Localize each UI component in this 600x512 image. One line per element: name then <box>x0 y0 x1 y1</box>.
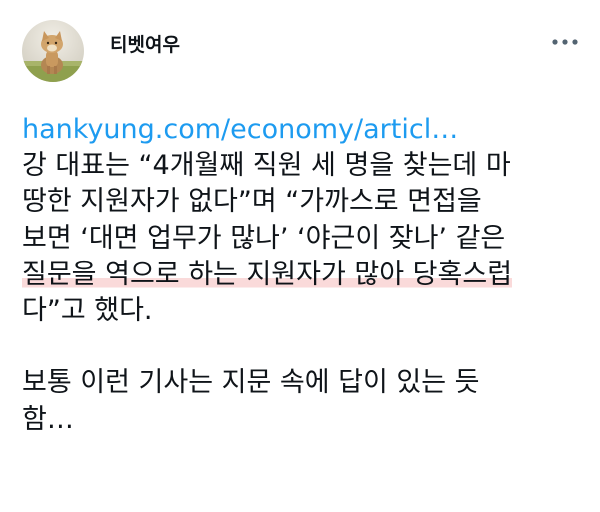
author-display-name[interactable]: 티벳여우 <box>110 30 180 57</box>
tweet-text-line: 땅한 지원자가 없다”며 “가까스로 면접을 <box>22 186 482 218</box>
fox-avatar-icon <box>22 31 84 82</box>
highlighted-text: 질문을 역으로 하는 지원자가 많아 당혹스럽 <box>22 258 513 290</box>
comment-text-line: 보통 이런 기사는 지문 속에 답이 있는 듯 <box>22 367 480 399</box>
tweet-body: hankyung.com/economy/articl… 강 대표는 “4개월째… <box>22 112 582 438</box>
tweet-text-line: 다”고 했다. <box>22 294 153 326</box>
tweet-text-line: 강 대표는 “4개월째 직원 세 명을 찾는데 마 <box>22 150 511 182</box>
avatar[interactable] <box>22 20 84 82</box>
tweet-text-line-highlighted: 질문을 역으로 하는 지원자가 많아 당혹스럽 <box>22 257 582 293</box>
tweet-header: 티벳여우 <box>22 20 582 84</box>
tweet-text-line: 보면 ‘대면 업무가 많나’ ‘야근이 잦나’ 같은 <box>22 222 506 254</box>
comment-text-line: 함… <box>22 403 74 435</box>
more-horizontal-icon[interactable] <box>550 32 580 52</box>
article-link[interactable]: hankyung.com/economy/articl… <box>22 112 582 148</box>
